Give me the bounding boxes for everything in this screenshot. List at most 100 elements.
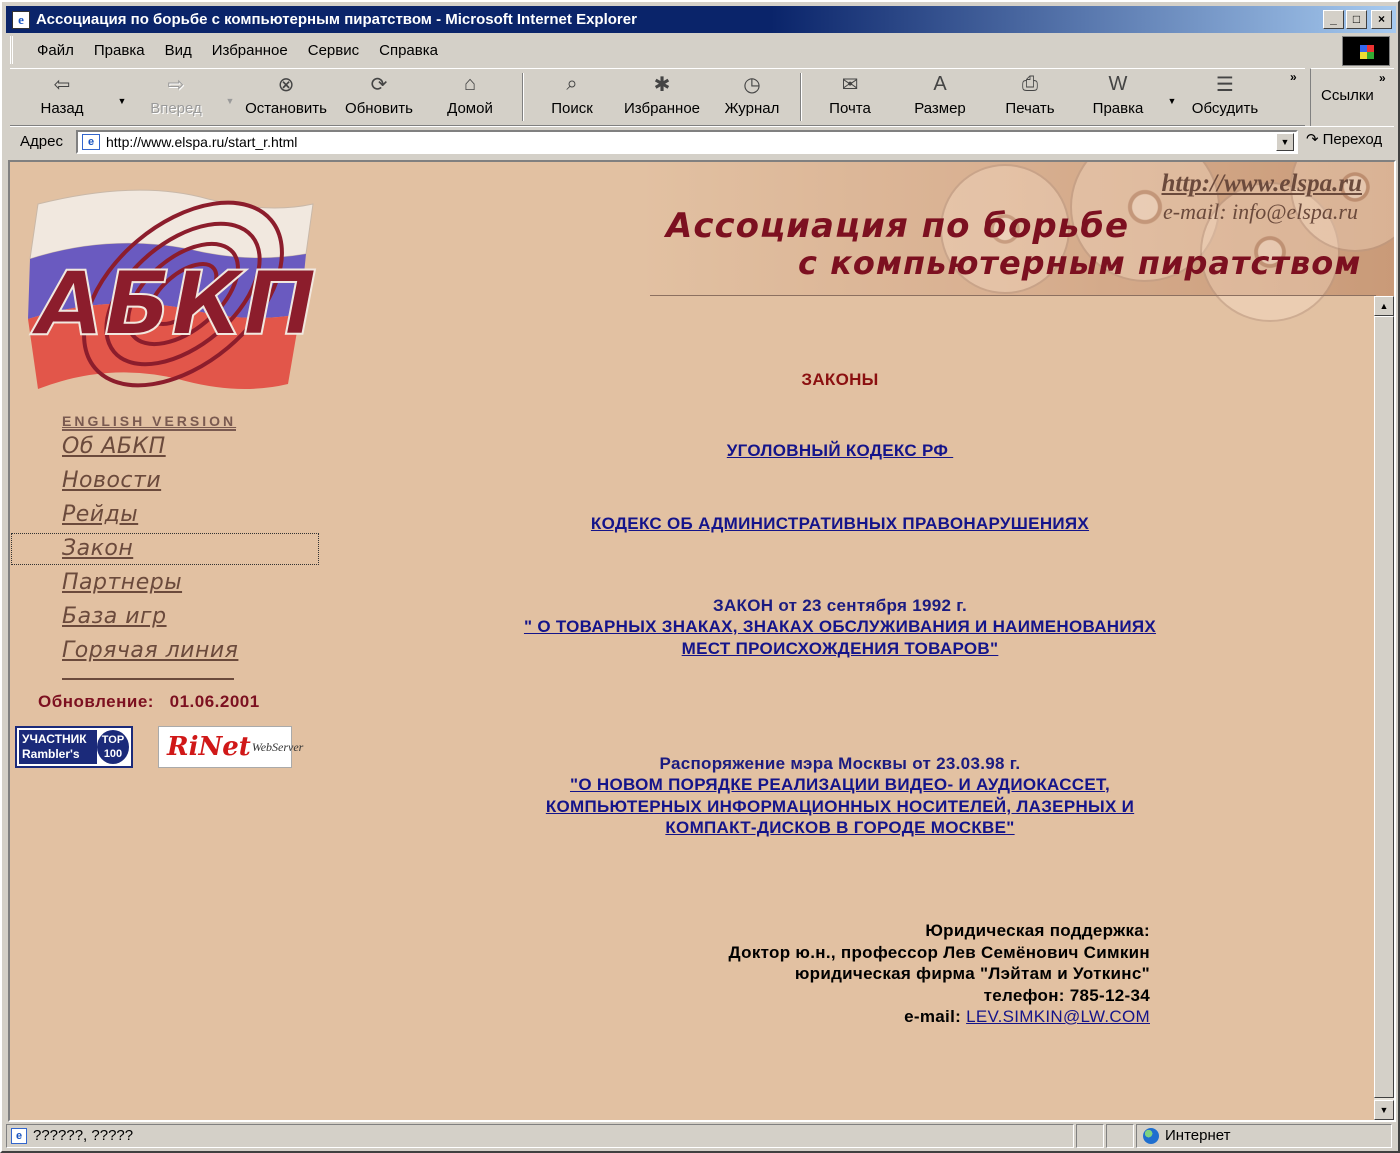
close-button[interactable]: × xyxy=(1371,10,1392,29)
legal-email-link[interactable]: LEV.SIMKIN@LW.COM xyxy=(966,1007,1150,1026)
home-label: Домой xyxy=(447,100,493,117)
zone-label: Интернет xyxy=(1165,1127,1231,1144)
legal-person: Доктор ю.н., профессор Лев Семёнович Сим… xyxy=(728,942,1150,962)
edit-label: Правка xyxy=(1092,100,1144,117)
menu-file[interactable]: Файл xyxy=(37,42,74,59)
status-text: ??????, ????? xyxy=(33,1127,134,1144)
logo-text: АБКП xyxy=(30,252,317,355)
history-icon: ◷ xyxy=(743,73,761,96)
menu-bar: Файл Правка Вид Избранное Сервис Справка xyxy=(10,36,1340,64)
site-url-link[interactable]: http://www.elspa.ru xyxy=(1161,170,1362,198)
home-button[interactable]: ⌂ Домой xyxy=(424,69,516,125)
nav-item-partners[interactable]: Партнеры xyxy=(10,566,320,600)
toolbar-chevron-icon[interactable]: » xyxy=(1290,70,1297,84)
discuss-button[interactable]: ☰ Обсудить xyxy=(1180,69,1270,125)
scroll-up-icon[interactable]: ▲ xyxy=(1374,296,1394,316)
search-icon: ⌕ xyxy=(566,72,578,95)
stop-label: Остановить xyxy=(245,100,327,117)
history-button[interactable]: ◷ Журнал xyxy=(710,69,794,125)
address-dropdown-icon[interactable]: ▼ xyxy=(1276,133,1294,151)
refresh-button[interactable]: ⟳ Обновить xyxy=(334,69,424,125)
window-controls: _ □ × xyxy=(1323,10,1392,29)
print-button[interactable]: ⎙ Печать xyxy=(988,69,1072,125)
back-dropdown-icon[interactable]: ▼ xyxy=(114,69,130,125)
address-url[interactable]: http://www.elspa.ru/start_r.html xyxy=(106,134,297,150)
nav-item-hotline[interactable]: Горячая линия xyxy=(10,634,320,668)
legal-support-block: Юридическая поддержка: Доктор ю.н., проф… xyxy=(729,920,1150,1028)
ie-icon[interactable]: e xyxy=(12,11,30,29)
stop-icon: ⊗ xyxy=(277,73,295,96)
rambler-top100-banner[interactable]: УЧАСТНИК Rambler's TOP 100 xyxy=(15,726,133,768)
menu-favorites[interactable]: Избранное xyxy=(212,42,288,59)
size-label: Размер xyxy=(914,100,966,117)
menu-tools[interactable]: Сервис xyxy=(308,42,359,59)
nav-divider xyxy=(62,678,234,680)
edit-dropdown-icon[interactable]: ▼ xyxy=(1164,69,1180,125)
laws-heading: ЗАКОНЫ xyxy=(801,370,879,389)
page-icon: e xyxy=(82,134,100,150)
menu-view[interactable]: Вид xyxy=(165,42,192,59)
rinet-brand: RiNet xyxy=(167,732,251,762)
nav-item-raids[interactable]: Рейды xyxy=(10,498,320,532)
english-version-link[interactable]: ENGLISH VERSION xyxy=(62,413,237,431)
address-label: Адрес xyxy=(20,133,63,150)
forward-button[interactable]: ⇨ Вперед xyxy=(130,69,222,125)
text-size-button[interactable]: A Размер xyxy=(892,69,988,125)
nav-item-about[interactable]: Об АБКП xyxy=(10,430,320,464)
minimize-button[interactable]: _ xyxy=(1323,10,1344,29)
text-size-icon: A xyxy=(933,72,947,95)
nav-item-games-db[interactable]: База игр xyxy=(10,600,320,634)
mayor-order-link-line2[interactable]: КОМПЬЮТЕРНЫХ ИНФОРМАЦИОННЫХ НОСИТЕЛЕЙ, Л… xyxy=(546,797,1134,816)
favorites-label: Избранное xyxy=(623,100,701,117)
links-chevron-icon[interactable]: » xyxy=(1379,71,1386,85)
back-arrow-icon: ⇦ xyxy=(53,73,71,96)
mayor-order-link-line3[interactable]: КОМПАКТ-ДИСКОВ В ГОРОДЕ МОСКВЕ" xyxy=(665,818,1014,837)
toolbar-separator xyxy=(522,73,524,121)
criminal-code-link[interactable]: УГОЛОВНЫЙ КОДЕКС РФ xyxy=(727,441,953,460)
forward-dropdown-icon[interactable]: ▼ xyxy=(222,69,238,125)
maximize-button[interactable]: □ xyxy=(1346,10,1367,29)
rambler-line2: Rambler's xyxy=(22,747,80,761)
site-email: e-mail: info@elspa.ru xyxy=(1163,199,1358,224)
favorites-button[interactable]: ✱ Избранное xyxy=(614,69,710,125)
refresh-label: Обновить xyxy=(345,100,413,117)
legal-heading: Юридическая поддержка: xyxy=(925,921,1150,940)
address-bar: Адрес e http://www.elspa.ru/start_r.html… xyxy=(10,126,1394,156)
nav-item-news[interactable]: Новости xyxy=(10,464,320,498)
go-label: Переход xyxy=(1322,130,1383,148)
search-button[interactable]: ⌕ Поиск xyxy=(530,69,614,125)
rinet-webserver-banner[interactable]: RiNet WebServer xyxy=(158,726,303,768)
links-bar[interactable]: Ссылки » xyxy=(1310,68,1394,126)
address-input[interactable]: e http://www.elspa.ru/start_r.html ▼ xyxy=(76,130,1298,154)
law-1992-link-line1[interactable]: " О ТОВАРНЫХ ЗНАКАХ, ЗНАКАХ ОБСЛУЖИВАНИЯ… xyxy=(524,617,1156,636)
back-button[interactable]: ⇦ Назад xyxy=(10,69,114,125)
mail-button[interactable]: ✉ Почта xyxy=(808,69,892,125)
security-zone-cell[interactable]: Интернет xyxy=(1136,1124,1392,1148)
nav-item-law[interactable]: Закон xyxy=(10,532,320,566)
back-label: Назад xyxy=(40,100,84,117)
discuss-icon: ☰ xyxy=(1216,73,1234,96)
scroll-down-icon[interactable]: ▼ xyxy=(1374,1100,1394,1120)
vertical-scrollbar[interactable]: ▲ ▼ xyxy=(1374,296,1394,1120)
mayor-order-link-line1[interactable]: "О НОВОМ ПОРЯДКЕ РЕАЛИЗАЦИИ ВИДЕО- И АУД… xyxy=(570,775,1110,794)
stop-button[interactable]: ⊗ Остановить xyxy=(238,69,334,125)
abkp-logo[interactable]: АБКП xyxy=(18,174,318,414)
links-label: Ссылки xyxy=(1321,87,1374,104)
menu-help[interactable]: Справка xyxy=(379,42,438,59)
legal-phone: телефон: 785-12-34 xyxy=(983,985,1150,1005)
rambler-banner-text: УЧАСТНИК Rambler's xyxy=(19,730,97,764)
browser-window: e Ассоциация по борьбе с компьютерным пи… xyxy=(0,0,1400,1153)
title-bar: e Ассоциация по борьбе с компьютерным пи… xyxy=(6,6,1396,33)
scroll-thumb[interactable] xyxy=(1374,316,1394,1098)
window-title: Ассоциация по борьбе с компьютерным пира… xyxy=(36,11,637,28)
status-cell xyxy=(1106,1124,1134,1148)
windows-flag-icon xyxy=(1360,45,1374,59)
go-button[interactable]: ↷ Переход xyxy=(1306,130,1383,149)
admin-code-link[interactable]: КОДЕКС ОБ АДМИНИСТРАТИВНЫХ ПРАВОНАРУШЕНИ… xyxy=(591,514,1089,533)
mail-label: Почта xyxy=(829,100,871,117)
mayor-order-title: Распоряжение мэра Москвы от 23.03.98 г. xyxy=(659,754,1021,773)
menu-edit[interactable]: Правка xyxy=(94,42,145,59)
edit-button[interactable]: W Правка xyxy=(1072,69,1164,125)
print-label: Печать xyxy=(1005,100,1055,117)
law-1992-link-line2[interactable]: МЕСТ ПРОИСХОЖДЕНИЯ ТОВАРОВ" xyxy=(682,639,999,658)
